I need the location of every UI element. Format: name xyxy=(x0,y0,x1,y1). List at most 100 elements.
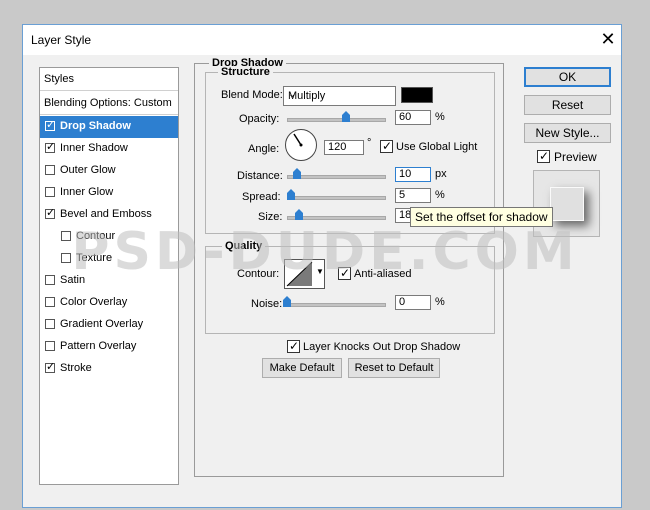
slider-thumb-icon xyxy=(342,111,350,122)
slider-thumb-icon xyxy=(283,296,291,307)
drop-shadow-group: Drop Shadow Structure Blend Mode: Multip… xyxy=(194,57,504,477)
sidebar-item-label: Pattern Overlay xyxy=(60,340,137,352)
check-icon: ✓ xyxy=(46,119,56,131)
sidebar-item-pattern-overlay[interactable]: Pattern Overlay xyxy=(40,336,178,358)
effect-checkbox[interactable] xyxy=(45,165,55,175)
effect-checkbox[interactable]: ✓ xyxy=(45,361,56,373)
sidebar-item-color-overlay[interactable]: Color Overlay xyxy=(40,292,178,314)
sidebar-item-inner-glow[interactable]: Inner Glow xyxy=(40,182,178,204)
sidebar-item-label: Contour xyxy=(76,230,116,242)
sidebar-item-drop-shadow[interactable]: ✓ Drop Shadow xyxy=(40,116,178,138)
opacity-slider-thumb[interactable] xyxy=(342,111,350,122)
check-icon: ✓ xyxy=(539,149,550,163)
noise-input[interactable]: 0 xyxy=(395,295,431,310)
quality-title: Quality xyxy=(222,240,266,252)
effect-checkbox[interactable] xyxy=(45,297,55,307)
angle-input[interactable]: 120 xyxy=(324,140,364,155)
distance-label: Distance: xyxy=(237,170,283,182)
check-icon: ✓ xyxy=(46,207,56,219)
effect-checkbox[interactable] xyxy=(45,341,55,351)
sidebar-item-label: Stroke xyxy=(60,362,92,374)
sidebar-item-label: Bevel and Emboss xyxy=(60,208,152,220)
structure-title: Structure xyxy=(218,66,273,78)
effect-checkbox[interactable]: ✓ xyxy=(45,119,56,131)
spread-slider-thumb[interactable] xyxy=(287,189,295,200)
sidebar-item-label: Drop Shadow xyxy=(60,120,131,132)
distance-unit: px xyxy=(435,168,447,180)
title-bar: Layer Style ✕ xyxy=(23,25,621,55)
check-icon: ✓ xyxy=(46,361,56,373)
ok-button[interactable]: OK xyxy=(524,67,611,87)
effect-checkbox[interactable]: ✓ xyxy=(45,141,56,153)
contour-label: Contour: xyxy=(237,268,280,280)
check-icon: ✓ xyxy=(46,141,56,153)
sidebar-item-contour[interactable]: Contour xyxy=(40,226,178,248)
styles-header[interactable]: Styles xyxy=(40,68,178,91)
distance-slider-thumb[interactable] xyxy=(293,168,301,179)
blend-mode-select[interactable]: Multiply ⌄ xyxy=(283,86,396,106)
sidebar-item-label: Inner Glow xyxy=(60,186,114,198)
noise-unit: % xyxy=(435,296,445,308)
angle-dial-icon[interactable] xyxy=(284,128,318,162)
chevron-down-icon: ⌄ xyxy=(288,89,297,100)
sidebar-item-label: Satin xyxy=(60,274,86,286)
size-slider-thumb[interactable] xyxy=(295,209,303,220)
blend-mode-label: Blend Mode: xyxy=(221,89,283,101)
sidebar-item-gradient-overlay[interactable]: Gradient Overlay xyxy=(40,314,178,336)
sidebar-item-outer-glow[interactable]: Outer Glow xyxy=(40,160,178,182)
knocks-out-label: Layer Knocks Out Drop Shadow xyxy=(303,341,461,353)
check-icon: ✓ xyxy=(340,266,351,280)
dialog-title: Layer Style xyxy=(31,33,92,47)
distance-slider-track[interactable] xyxy=(287,175,386,179)
sidebar-item-bevel-and-emboss[interactable]: ✓ Bevel and Emboss xyxy=(40,204,178,226)
sidebar-item-label: Gradient Overlay xyxy=(60,318,144,330)
reset-to-default-button[interactable]: Reset to Default xyxy=(348,358,440,378)
spread-unit: % xyxy=(435,189,445,201)
sidebar-item-inner-shadow[interactable]: ✓ Inner Shadow xyxy=(40,138,178,160)
effect-checkbox[interactable] xyxy=(61,253,71,263)
anti-aliased-checkbox[interactable]: ✓ xyxy=(338,266,351,280)
opacity-unit: % xyxy=(435,111,445,123)
sidebar-item-label: Texture xyxy=(76,252,113,264)
use-global-light-checkbox[interactable]: ✓ xyxy=(380,139,393,153)
distance-tooltip: Set the offset for shadow xyxy=(410,207,553,227)
blending-options-label: Blending Options: Custom xyxy=(44,97,172,109)
anti-aliased-label: Anti-aliased xyxy=(354,268,412,280)
preview-label: Preview xyxy=(554,150,597,164)
check-icon: ✓ xyxy=(289,339,300,353)
opacity-label: Opacity: xyxy=(239,113,280,125)
sidebar-item-label: Outer Glow xyxy=(60,164,116,176)
spread-input[interactable]: 5 xyxy=(395,188,431,203)
contour-dropdown-icon[interactable]: ▼ xyxy=(316,267,324,276)
effect-checkbox[interactable] xyxy=(61,231,71,241)
sidebar-item-satin[interactable]: Satin xyxy=(40,270,178,292)
check-icon: ✓ xyxy=(382,139,393,153)
reset-button[interactable]: Reset xyxy=(524,95,611,115)
quality-group: Quality Contour: ▼ ✓ Anti-aliased Noise:… xyxy=(205,240,495,334)
shadow-color-swatch[interactable] xyxy=(401,87,433,103)
slider-thumb-icon xyxy=(287,189,295,200)
new-style-button[interactable]: New Style... xyxy=(524,123,611,143)
noise-slider-track[interactable] xyxy=(287,303,386,307)
effect-checkbox[interactable]: ✓ xyxy=(45,207,56,219)
preview-checkbox[interactable]: ✓ xyxy=(537,149,550,163)
sidebar-item-label: Inner Shadow xyxy=(60,142,128,154)
blending-options-item[interactable]: Blending Options: Custom xyxy=(40,92,178,115)
sidebar-item-stroke[interactable]: ✓ Stroke xyxy=(40,358,178,380)
distance-input[interactable]: 10 xyxy=(395,167,431,182)
make-default-button[interactable]: Make Default xyxy=(262,358,342,378)
styles-panel: Styles Blending Options: Custom ✓ Drop Sh… xyxy=(39,67,179,485)
contour-picker[interactable]: ▼ xyxy=(284,259,325,289)
sidebar-item-texture[interactable]: Texture xyxy=(40,248,178,270)
layer-style-dialog: Layer Style ✕ Styles Blending Options: C… xyxy=(22,24,622,508)
angle-label: Angle: xyxy=(248,143,280,155)
effect-checkbox[interactable] xyxy=(45,187,55,197)
knocks-out-checkbox[interactable]: ✓ xyxy=(287,339,300,353)
close-icon[interactable]: ✕ xyxy=(597,28,619,50)
noise-slider-thumb[interactable] xyxy=(283,296,291,307)
opacity-input[interactable]: 60 xyxy=(395,110,431,125)
spread-slider-track[interactable] xyxy=(287,196,386,200)
effect-checkbox[interactable] xyxy=(45,275,55,285)
effect-checkbox[interactable] xyxy=(45,319,55,329)
opacity-slider-track[interactable] xyxy=(287,118,386,122)
